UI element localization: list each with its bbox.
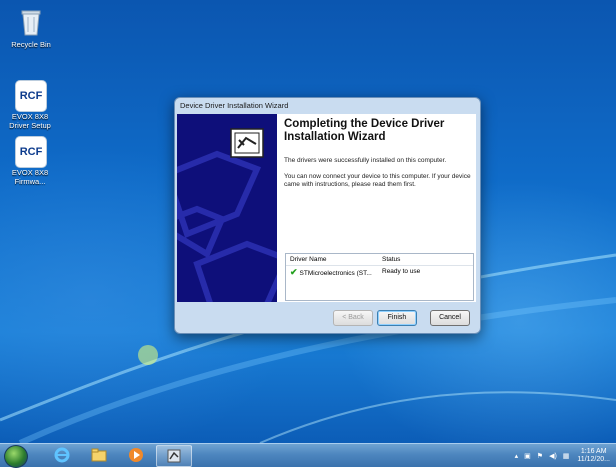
ie-icon [54, 447, 70, 463]
driver-list: Driver Name Status ✔ STMicroelectronics (… [285, 253, 474, 301]
rcf-icon: RCF [15, 80, 47, 112]
wizard-logo-icon [230, 128, 264, 158]
evox-firmware-label: EVOX 8X8 Firmwa... [11, 168, 49, 186]
clock-date: 11/12/20... [577, 455, 610, 463]
explorer-icon [91, 448, 107, 462]
driver-name-text: STMicroelectronics (ST... [299, 270, 372, 277]
driver-wizard-dialog: Device Driver Installation Wizard Comple… [174, 97, 481, 334]
wizard-side-banner [177, 114, 277, 302]
wizard-heading: Completing the Device Driver Installatio… [284, 118, 445, 143]
action-center-icon[interactable]: ⚑ [537, 452, 543, 460]
show-hidden-icons-icon[interactable]: ▴ [515, 452, 519, 460]
evox-driver-setup-label: EVOX 8X8 Driver Setup [9, 112, 51, 130]
clock[interactable]: 1:16 AM 11/12/20... [577, 448, 610, 464]
system-tray: ▴ ▣ ⚑ ◀) ▦ 1:16 AM 11/12/20... [509, 444, 610, 467]
recycle-bin-label: Recycle Bin [11, 40, 51, 49]
finish-button[interactable]: Finish [377, 310, 417, 326]
dialog-footer: < Back Finish Cancel [177, 302, 476, 331]
evox-driver-setup-shortcut[interactable]: RCF EVOX 8X8 Driver Setup [3, 80, 57, 130]
dialog-body: Completing the Device Driver Installatio… [177, 114, 476, 302]
check-icon: ✔ [290, 267, 298, 277]
taskbar: ▴ ▣ ⚑ ◀) ▦ 1:16 AM 11/12/20... [0, 443, 616, 468]
driver-row[interactable]: ✔ STMicroelectronics (ST... Ready to use [286, 266, 473, 280]
col-status[interactable]: Status [378, 254, 400, 265]
recycle-bin-shortcut[interactable]: Recycle Bin [4, 8, 58, 49]
rcf-icon: RCF [15, 136, 47, 168]
back-button[interactable]: < Back [333, 310, 373, 326]
driver-name-cell: ✔ STMicroelectronics (ST... [286, 266, 378, 280]
recycle-bin-icon [21, 10, 41, 36]
wizard-icon [167, 449, 181, 463]
media-player-icon [129, 448, 143, 462]
taskbar-ie[interactable] [45, 445, 79, 465]
dialog-title[interactable]: Device Driver Installation Wizard [175, 98, 480, 114]
taskbar-wizard[interactable] [156, 445, 192, 467]
col-driver-name[interactable]: Driver Name [286, 254, 378, 265]
device-icon[interactable]: ▣ [524, 452, 531, 460]
instructions-message: You can now connect your device to this … [284, 173, 471, 188]
taskbar-media-player[interactable] [119, 445, 153, 465]
desktop: Recycle Bin RCF EVOX 8X8 Driver Setup RC… [0, 0, 616, 443]
start-button[interactable] [4, 445, 28, 468]
cancel-button[interactable]: Cancel [430, 310, 470, 326]
clock-time: 1:16 AM [580, 447, 607, 455]
success-message: The drivers were successfully installed … [284, 157, 447, 164]
evox-firmware-shortcut[interactable]: RCF EVOX 8X8 Firmwa... [3, 136, 57, 186]
driver-status-cell: Ready to use [382, 268, 421, 275]
network-icon[interactable]: ▦ [563, 452, 570, 460]
driver-list-header: Driver Name Status [286, 254, 473, 266]
volume-icon[interactable]: ◀) [549, 452, 557, 460]
taskbar-explorer[interactable] [82, 445, 116, 465]
wizard-content: Completing the Device Driver Installatio… [284, 118, 472, 189]
